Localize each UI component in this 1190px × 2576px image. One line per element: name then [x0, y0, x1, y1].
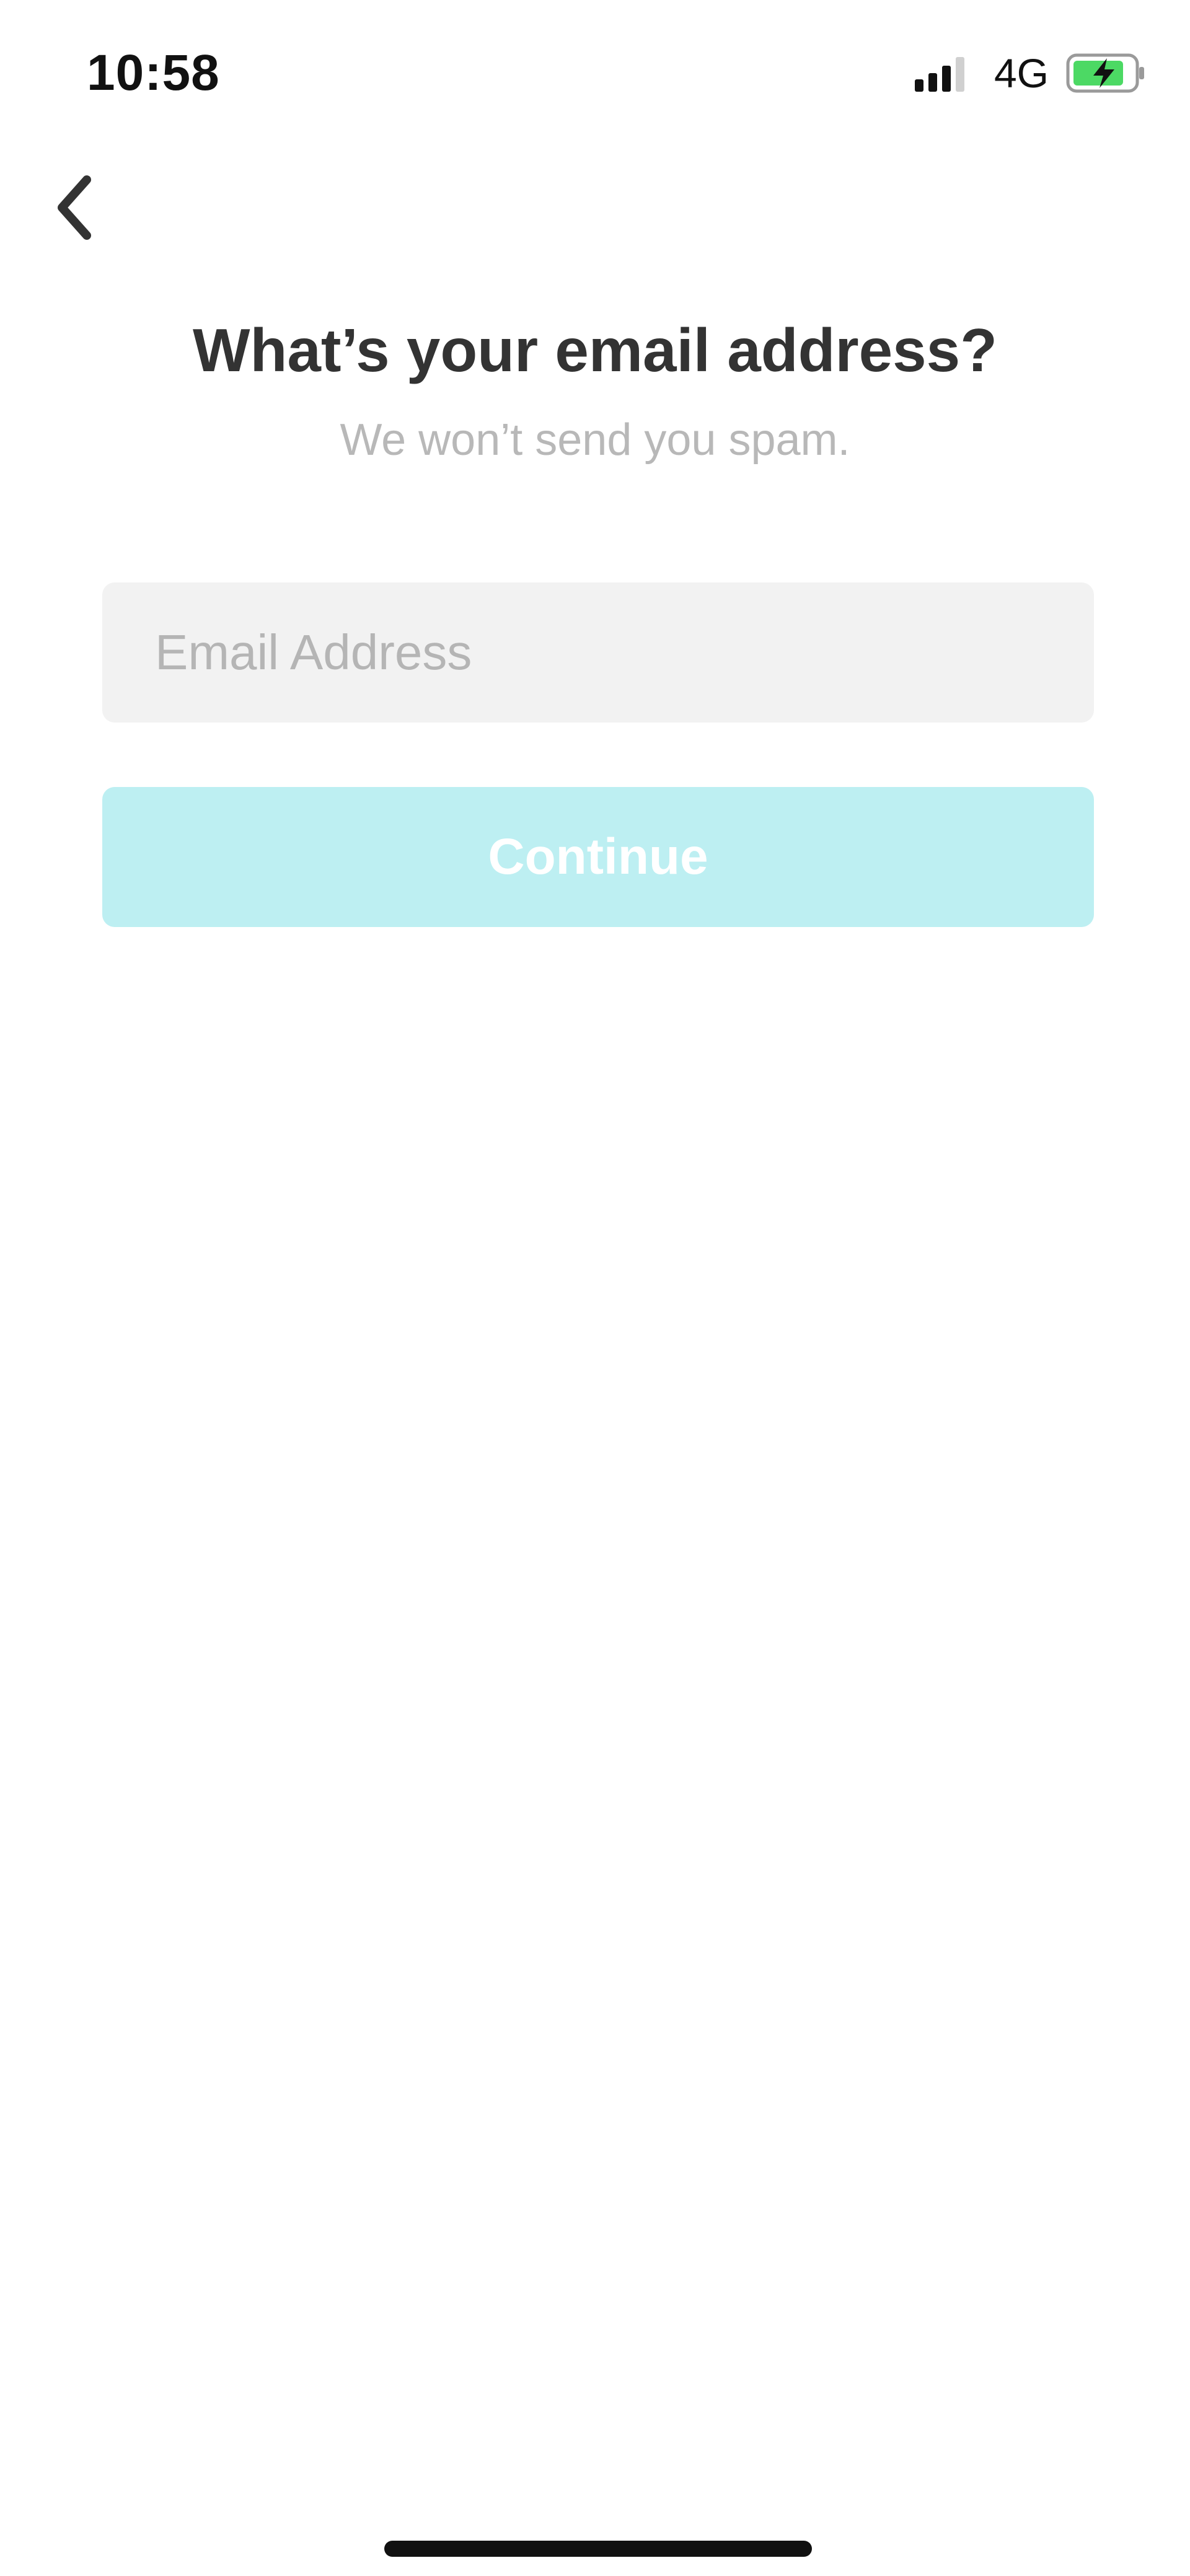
chevron-left-icon: [58, 175, 91, 240]
status-time: 10:58: [87, 45, 220, 101]
signal-strength-icon: [914, 55, 969, 92]
home-indicator[interactable]: [384, 2541, 812, 2557]
page-title: What’s your email address?: [193, 316, 997, 384]
network-type: 4G: [994, 50, 1049, 96]
back-button[interactable]: [37, 167, 112, 248]
continue-button[interactable]: Continue: [102, 787, 1094, 927]
status-indicators: 4G: [914, 48, 1147, 98]
status-bar: 10:58 4G: [0, 0, 1190, 143]
battery-charging-icon: [1066, 53, 1144, 93]
page-subtitle: We won’t send you spam.: [340, 415, 850, 465]
email-input[interactable]: [102, 582, 1094, 723]
